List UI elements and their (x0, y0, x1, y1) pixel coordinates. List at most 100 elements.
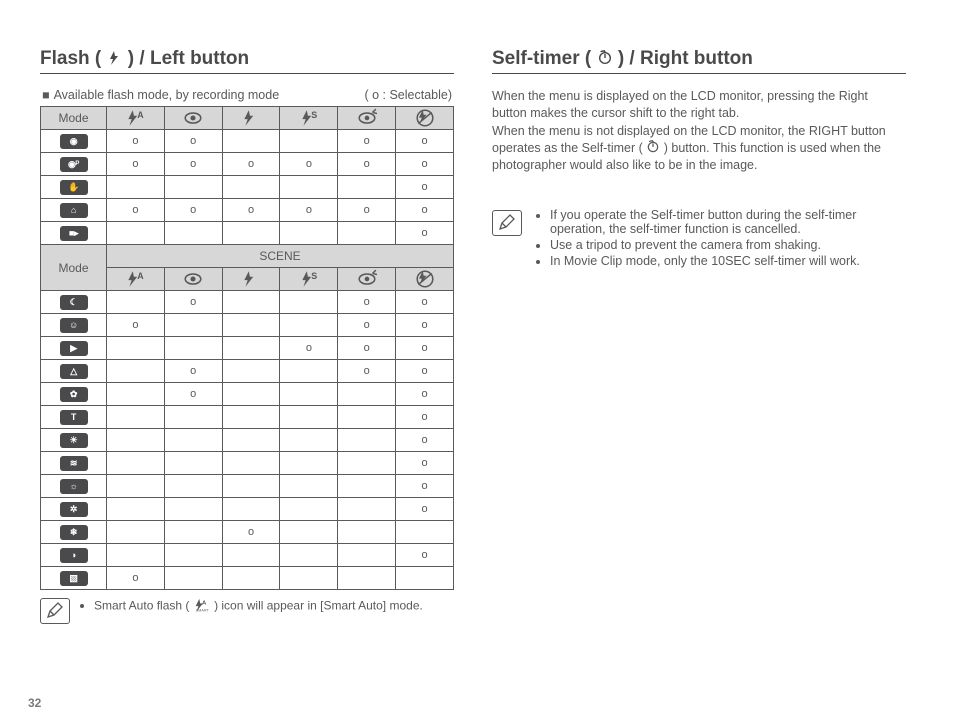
table-cell: o (338, 153, 396, 176)
flash-fill-icon (241, 108, 261, 128)
table-cell (222, 222, 280, 245)
table-cell (338, 475, 396, 498)
table-cell (222, 452, 280, 475)
self-shot-mode-icon: ◑ (60, 548, 88, 563)
table-cell: o (396, 360, 454, 383)
landscape-mode-icon: △ (60, 364, 88, 379)
selftimer-heading-pre: Self-timer ( (492, 48, 591, 69)
selftimer-section: Self-timer ( ) / Right button When the m… (492, 40, 906, 720)
flash-off-icon (415, 269, 435, 289)
flash-footnote: Smart Auto flash ( ) icon will appear in… (40, 598, 454, 624)
table-cell: o (396, 153, 454, 176)
table-cell: o (164, 291, 222, 314)
table-cell: o (222, 153, 280, 176)
table-cell (338, 429, 396, 452)
table-row: ◉oooo (41, 130, 454, 153)
table-cell (338, 383, 396, 406)
table-row: ⌂oooooo (41, 199, 454, 222)
note-icon (492, 210, 522, 236)
table-cell (280, 222, 338, 245)
table-cell: o (396, 222, 454, 245)
table-cell: o (396, 475, 454, 498)
selftimer-notes: If you operate the Self-timer button dur… (492, 208, 906, 270)
table-cell (280, 360, 338, 383)
table-cell (107, 475, 165, 498)
flash-slow-icon (299, 269, 319, 289)
flash-auto-icon (125, 269, 145, 289)
table-cell: o (338, 314, 396, 337)
table-cell: o (107, 153, 165, 176)
table-cell: o (396, 383, 454, 406)
table-cell (280, 544, 338, 567)
table-cell (338, 498, 396, 521)
table-cell (338, 406, 396, 429)
table-cell (280, 521, 338, 544)
table-cell: o (396, 429, 454, 452)
dual-is-mode-icon: ✋ (60, 180, 88, 195)
backlight-mode-icon: ☼ (60, 479, 88, 494)
flash-heading: Flash ( ) / Left button (40, 48, 454, 74)
table-cell: o (164, 199, 222, 222)
table-cell: o (280, 337, 338, 360)
table-cell (222, 337, 280, 360)
table-cell (164, 429, 222, 452)
table-cell (222, 544, 280, 567)
table-cell (164, 222, 222, 245)
table-cell: o (107, 199, 165, 222)
table-row: ◑o (41, 544, 454, 567)
table-cell (164, 314, 222, 337)
table-cell (107, 383, 165, 406)
table-row: ☀o (41, 429, 454, 452)
table-cell (338, 544, 396, 567)
mode-header-scene: Mode (41, 245, 107, 291)
table-cell (222, 498, 280, 521)
selftimer-heading: Self-timer ( ) / Right button (492, 48, 906, 74)
table-cell (338, 567, 396, 590)
flash-slow-icon (299, 108, 319, 128)
table-cell (396, 521, 454, 544)
table-cell (222, 176, 280, 199)
table-cell (222, 406, 280, 429)
selftimer-inline-icon (646, 140, 660, 154)
table-row: To (41, 406, 454, 429)
camera-mode-icon: ◉ (60, 134, 88, 149)
table-cell: o (338, 199, 396, 222)
table-cell (107, 544, 165, 567)
table-cell (164, 498, 222, 521)
camera-p-mode-icon: ◉ᴾ (60, 157, 88, 172)
table-cell (280, 406, 338, 429)
table-cell (338, 176, 396, 199)
note-item: In Movie Clip mode, only the 10SEC self-… (550, 254, 906, 268)
redeye-fix-icon (357, 269, 377, 289)
mode-header: Mode (41, 107, 107, 130)
table-cell (222, 475, 280, 498)
table-cell (280, 567, 338, 590)
table-cell: o (396, 406, 454, 429)
table-row: ◉ᴾoooooo (41, 153, 454, 176)
table-cell (107, 222, 165, 245)
table-row: ☼o (41, 475, 454, 498)
table-cell: o (107, 314, 165, 337)
beach-snow-mode-icon: ❄ (60, 525, 88, 540)
table-cell (107, 360, 165, 383)
flash-icon (107, 50, 123, 66)
footnote-pre: Smart Auto flash ( (94, 598, 189, 612)
table-cell: o (396, 314, 454, 337)
table-cell: o (396, 176, 454, 199)
table-cell (222, 291, 280, 314)
table-cell (164, 337, 222, 360)
selftimer-icon (597, 50, 613, 66)
table-row: △ooo (41, 360, 454, 383)
table-cell (222, 130, 280, 153)
table-cell (280, 291, 338, 314)
children-mode-icon: ▶ (60, 341, 88, 356)
dawn-mode-icon: ≋ (60, 456, 88, 471)
table-cell (164, 521, 222, 544)
table-cell: o (107, 567, 165, 590)
caption-right: ( o : Selectable) (364, 88, 452, 102)
table-cell (280, 452, 338, 475)
food-mode-icon: ▧ (60, 571, 88, 586)
caption-left: Available flash mode, by recording mode (54, 88, 280, 102)
table-cell: o (164, 360, 222, 383)
table-cell: o (396, 337, 454, 360)
